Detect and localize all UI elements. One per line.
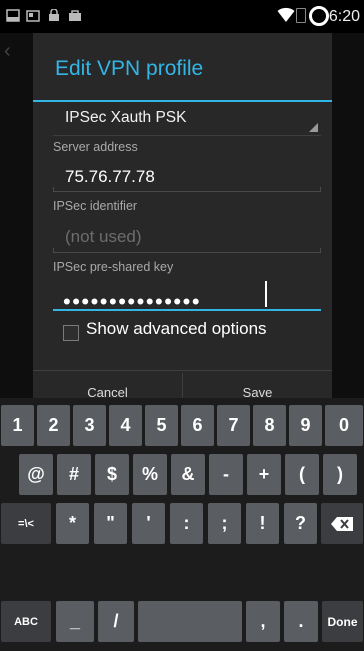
key-underscore[interactable]: _ [56, 601, 94, 642]
key-0[interactable]: 0 [325, 405, 363, 446]
key-close-paren[interactable]: ) [323, 454, 357, 495]
key-period[interactable]: . [284, 601, 318, 642]
key-open-paren[interactable]: ( [285, 454, 319, 495]
wifi-icon [277, 7, 295, 22]
psk-label: IPSec pre-shared key [53, 260, 174, 274]
bag-icon [49, 9, 59, 21]
server-address-underline [53, 187, 321, 192]
key-3[interactable]: 3 [73, 405, 106, 446]
key-question[interactable]: ? [284, 503, 317, 544]
spinner-underline [53, 135, 321, 136]
key-comma[interactable]: , [246, 601, 280, 642]
key-5[interactable]: 5 [145, 405, 178, 446]
key-9[interactable]: 9 [289, 405, 322, 446]
key-minus[interactable]: - [209, 454, 243, 495]
server-address-input[interactable]: 75.76.77.78 [65, 167, 155, 187]
title-divider [33, 100, 332, 102]
backspace-icon [331, 516, 353, 531]
key-at[interactable]: @ [19, 454, 53, 495]
key-percent[interactable]: % [133, 454, 167, 495]
key-abc[interactable]: ABC [1, 601, 51, 642]
status-bar: 6:20 [0, 0, 364, 33]
ipsec-identifier-input[interactable]: (not used) [65, 227, 142, 247]
key-1[interactable]: 1 [1, 405, 34, 446]
soft-keyboard: 1 2 3 4 5 6 7 8 9 0 @ # $ % & - + ( ) =\… [0, 398, 364, 651]
key-space[interactable] [138, 601, 242, 642]
key-ampersand[interactable]: & [171, 454, 205, 495]
key-double-quote[interactable]: " [94, 503, 127, 544]
server-address-label: Server address [53, 140, 138, 154]
vpn-type-spinner[interactable]: IPSec Xauth PSK [65, 109, 187, 127]
key-exclamation[interactable]: ! [246, 503, 279, 544]
key-hash[interactable]: # [57, 454, 91, 495]
dropdown-arrow-icon [309, 123, 318, 132]
key-7[interactable]: 7 [217, 405, 250, 446]
key-backspace[interactable] [321, 503, 363, 544]
ipsec-identifier-underline [53, 248, 321, 253]
show-advanced-label[interactable]: Show advanced options [86, 319, 267, 339]
dialog-title: Edit VPN profile [55, 57, 204, 80]
key-2[interactable]: 2 [37, 405, 70, 446]
key-apostrophe[interactable]: ' [132, 503, 165, 544]
shop-icon [69, 10, 81, 21]
key-plus[interactable]: + [247, 454, 281, 495]
screenshot-icon [6, 9, 20, 22]
battery-icon [296, 8, 306, 23]
photo-icon [26, 10, 40, 22]
key-done[interactable]: Done [322, 601, 363, 642]
show-advanced-checkbox[interactable] [63, 325, 79, 341]
key-semicolon[interactable]: ; [208, 503, 241, 544]
key-6[interactable]: 6 [181, 405, 214, 446]
key-slash[interactable]: / [98, 601, 134, 642]
key-colon[interactable]: : [170, 503, 203, 544]
ipsec-identifier-label: IPSec identifier [53, 199, 138, 213]
psk-underline [53, 309, 321, 311]
key-4[interactable]: 4 [109, 405, 142, 446]
edit-vpn-dialog: Edit VPN profile IPSec Xauth PSK Server … [33, 33, 332, 413]
key-dollar[interactable]: $ [95, 454, 129, 495]
key-asterisk[interactable]: * [56, 503, 89, 544]
back-arrow-icon: ‹ [4, 40, 11, 62]
status-time: 6:20 [328, 8, 360, 25]
sync-circle-icon [309, 6, 329, 26]
key-symbols-switch[interactable]: =\< [1, 503, 51, 544]
key-8[interactable]: 8 [253, 405, 286, 446]
text-cursor [265, 281, 267, 307]
